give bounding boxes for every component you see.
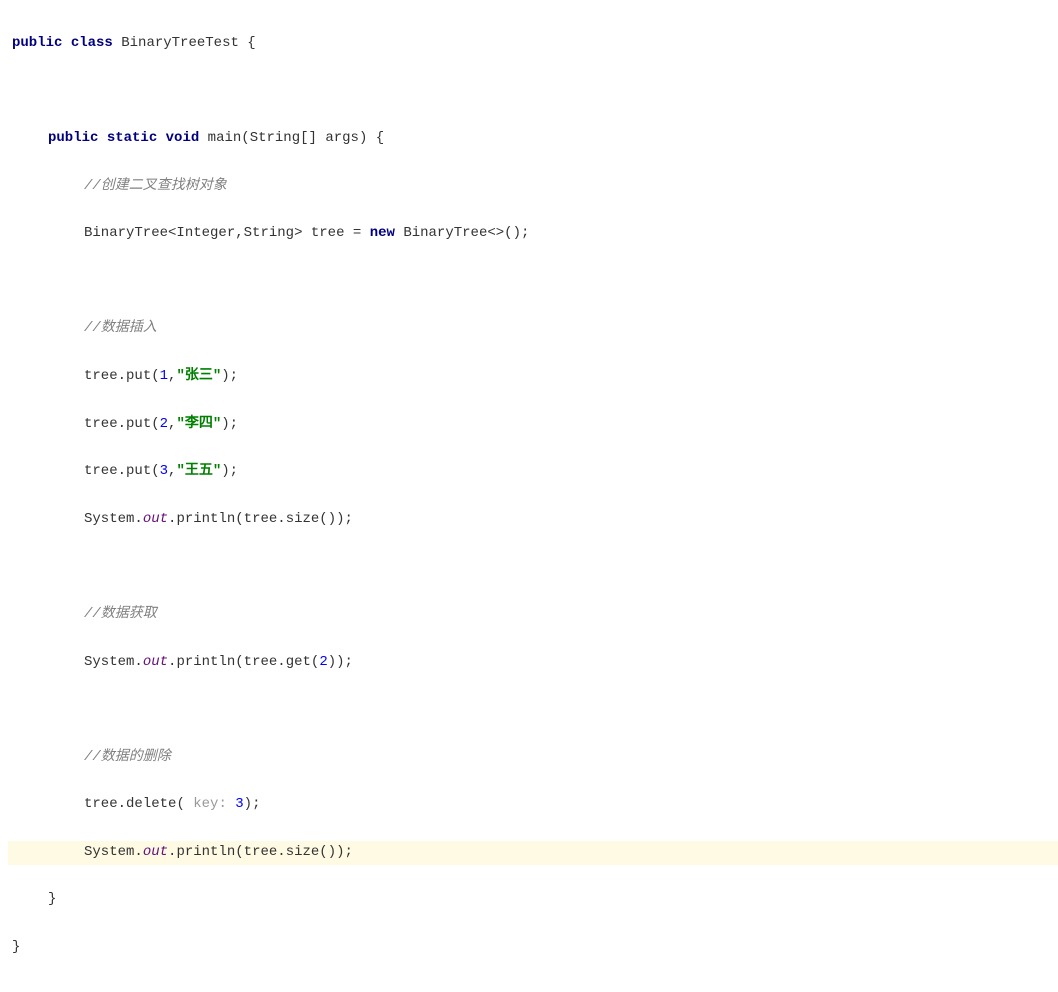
field-out: out <box>143 511 168 527</box>
var-tree: tree <box>84 463 118 479</box>
keyword-static: static <box>107 130 157 146</box>
var-tree: tree <box>244 844 278 860</box>
var-args: args <box>325 130 359 146</box>
code-editor[interactable]: public class BinaryTreeTest { public sta… <box>0 0 1058 992</box>
method-delete: delete <box>126 796 176 812</box>
num-literal: 3 <box>235 796 243 812</box>
class-system: System <box>84 654 134 670</box>
var-tree: tree <box>84 368 118 384</box>
code-line: BinaryTree<Integer,String> tree = new Bi… <box>8 222 1058 246</box>
keyword-class: class <box>71 35 113 51</box>
var-tree: tree <box>84 796 118 812</box>
comment-create: //创建二叉查找树对象 <box>84 178 227 194</box>
code-line: tree.put(2,"李四"); <box>8 413 1058 437</box>
type-binarytree: BinaryTree <box>403 225 487 241</box>
field-out: out <box>143 654 168 670</box>
method-put: put <box>126 416 151 432</box>
comment-del: //数据的删除 <box>84 749 171 765</box>
num-literal: 2 <box>160 416 168 432</box>
string-literal: "王五" <box>176 463 221 479</box>
class-system: System <box>84 511 134 527</box>
keyword-new: new <box>370 225 395 241</box>
method-main: main <box>208 130 242 146</box>
method-get: get <box>286 654 311 670</box>
code-line-highlighted: System.out.println(tree.size()); <box>8 841 1058 865</box>
num-literal: 3 <box>160 463 168 479</box>
class-system: System <box>84 844 134 860</box>
method-put: put <box>126 368 151 384</box>
code-line: } <box>8 936 1058 960</box>
code-line: System.out.println(tree.get(2)); <box>8 651 1058 675</box>
code-line: tree.delete( key: 3); <box>8 793 1058 817</box>
string-literal: "李四" <box>176 416 221 432</box>
code-line: //创建二叉查找树对象 <box>8 175 1058 199</box>
code-line: //数据的删除 <box>8 746 1058 770</box>
var-tree: tree <box>244 511 278 527</box>
param-hint-key: key: <box>193 796 227 812</box>
method-println: println <box>176 654 235 670</box>
method-size: size <box>286 844 320 860</box>
code-line: tree.put(1,"张三"); <box>8 365 1058 389</box>
method-println: println <box>176 844 235 860</box>
comment-fetch: //数据获取 <box>84 606 157 622</box>
keyword-void: void <box>166 130 200 146</box>
var-tree: tree <box>244 654 278 670</box>
code-line-blank <box>8 555 1058 579</box>
code-line: public static void main(String[] args) { <box>8 127 1058 151</box>
type-integer: Integer <box>176 225 235 241</box>
var-tree: tree <box>311 225 345 241</box>
type-binarytree: BinaryTree <box>84 225 168 241</box>
code-line: public class BinaryTreeTest { <box>8 32 1058 56</box>
num-literal: 1 <box>160 368 168 384</box>
num-literal: 2 <box>319 654 327 670</box>
string-literal: "张三" <box>176 368 221 384</box>
type-string: String <box>244 225 294 241</box>
comment-insert: //数据插入 <box>84 320 157 336</box>
keyword-public: public <box>48 130 98 146</box>
field-out: out <box>143 844 168 860</box>
method-put: put <box>126 463 151 479</box>
code-line: //数据插入 <box>8 317 1058 341</box>
type-string: String <box>250 130 300 146</box>
var-tree: tree <box>84 416 118 432</box>
keyword-public: public <box>12 35 62 51</box>
code-line: //数据获取 <box>8 603 1058 627</box>
code-line-blank <box>8 270 1058 294</box>
code-line-blank <box>8 698 1058 722</box>
code-line: } <box>8 888 1058 912</box>
method-size: size <box>286 511 320 527</box>
code-line-blank <box>8 79 1058 103</box>
code-line: tree.put(3,"王五"); <box>8 460 1058 484</box>
method-println: println <box>176 511 235 527</box>
code-line: System.out.println(tree.size()); <box>8 508 1058 532</box>
class-name: BinaryTreeTest <box>121 35 239 51</box>
